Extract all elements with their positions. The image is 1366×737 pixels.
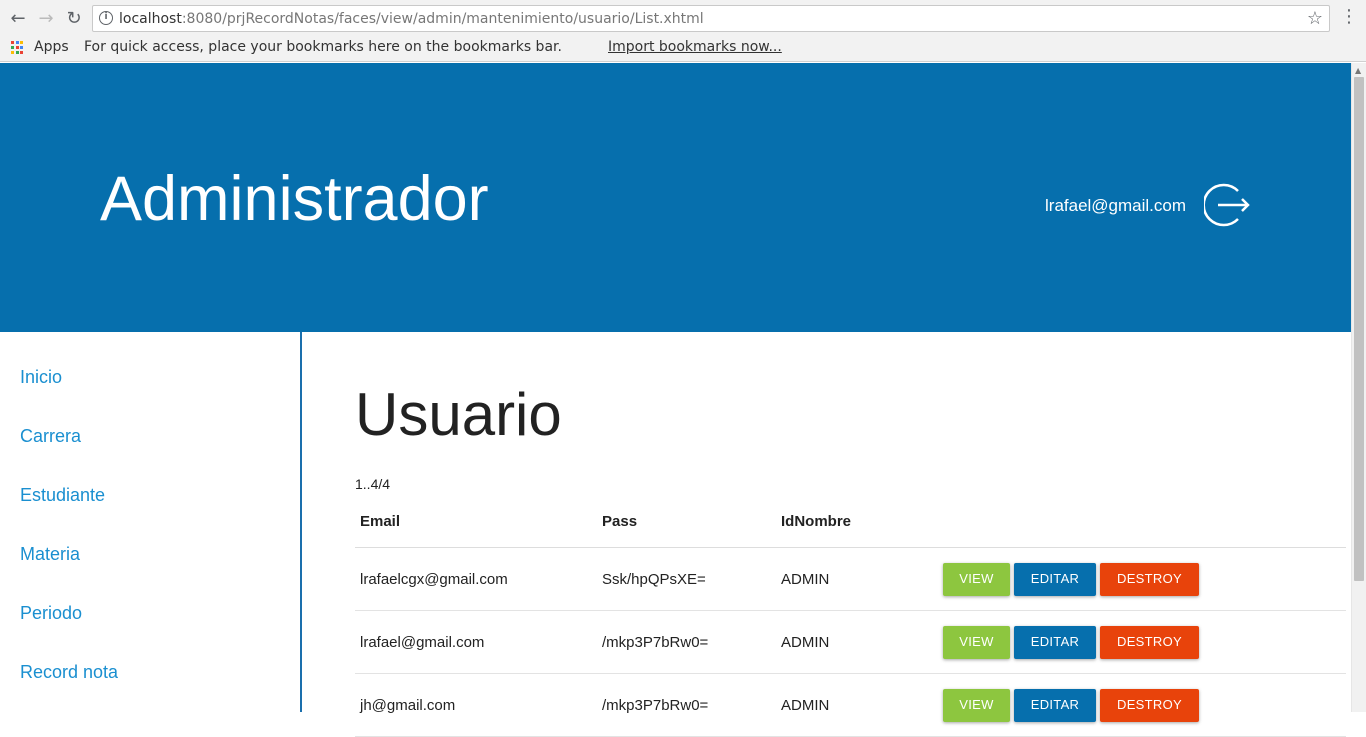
pagination-info: 1..4/4	[355, 476, 391, 492]
apps-label[interactable]: Apps	[34, 39, 69, 55]
destroy-button[interactable]: DESTROY	[1100, 563, 1199, 596]
sidebar-item-materia[interactable]: Materia	[20, 544, 80, 565]
back-arrow-icon[interactable]: ←	[6, 6, 30, 30]
header-title: Administrador	[100, 164, 489, 234]
cell-pass: Ssk/hpQPsXE=	[602, 571, 706, 588]
sidebar-item-carrera[interactable]: Carrera	[20, 426, 81, 447]
column-header-email: Email	[360, 513, 401, 530]
destroy-button[interactable]: DESTROY	[1100, 626, 1199, 659]
sidebar-item-estudiante[interactable]: Estudiante	[20, 485, 105, 506]
sidebar: Inicio Carrera Estudiante Materia Period…	[0, 332, 302, 712]
sidebar-item-record-nota[interactable]: Record nota	[20, 662, 118, 683]
page-scrollbar[interactable]: ▲	[1351, 63, 1366, 712]
address-bar[interactable]: i localhost:8080/prjRecordNotas/faces/vi…	[92, 5, 1330, 32]
cell-email: jh@gmail.com	[360, 697, 456, 714]
apps-grid-icon[interactable]	[11, 41, 25, 55]
edit-button[interactable]: EDITAR	[1014, 689, 1096, 722]
edit-button[interactable]: EDITAR	[1014, 563, 1096, 596]
table-header: Email Pass IdNombre	[355, 513, 1346, 548]
import-bookmarks-link[interactable]: Import bookmarks now...	[608, 39, 782, 55]
cell-email: lrafael@gmail.com	[360, 634, 485, 651]
destroy-button[interactable]: DESTROY	[1100, 689, 1199, 722]
cell-pass: /mkp3P7bRw0=	[602, 697, 709, 714]
bookmarks-bar: Apps For quick access, place your bookma…	[0, 37, 1366, 62]
bookmarks-hint: For quick access, place your bookmarks h…	[84, 39, 562, 55]
browser-toolbar: ← → ↻ i localhost:8080/prjRecordNotas/fa…	[0, 0, 1366, 37]
sidebar-item-inicio[interactable]: Inicio	[20, 367, 62, 388]
table-row: lrafael@gmail.com /mkp3P7bRw0= ADMIN VIE…	[355, 611, 1346, 674]
logout-icon[interactable]	[1204, 182, 1252, 228]
cell-idnombre: ADMIN	[781, 634, 830, 651]
page-header: Administrador lrafael@gmail.com	[0, 63, 1351, 332]
scroll-up-arrow-icon[interactable]: ▲	[1355, 66, 1361, 75]
user-email: lrafael@gmail.com	[1045, 196, 1187, 215]
sidebar-item-periodo[interactable]: Periodo	[20, 603, 82, 624]
cell-idnombre: ADMIN	[781, 571, 830, 588]
table-row: lrafaelcgx@gmail.com Ssk/hpQPsXE= ADMIN …	[355, 548, 1346, 611]
cell-pass: /mkp3P7bRw0=	[602, 634, 709, 651]
page-title: Usuario	[355, 381, 562, 448]
view-button[interactable]: VIEW	[943, 689, 1010, 722]
bookmark-star-icon[interactable]: ☆	[1307, 8, 1323, 29]
browser-menu-icon[interactable]: ⋮	[1340, 6, 1358, 30]
cell-email: lrafaelcgx@gmail.com	[360, 571, 508, 588]
edit-button[interactable]: EDITAR	[1014, 626, 1096, 659]
view-button[interactable]: VIEW	[943, 626, 1010, 659]
reload-icon[interactable]: ↻	[62, 6, 86, 30]
info-icon[interactable]: i	[99, 11, 113, 25]
cell-idnombre: ADMIN	[781, 697, 830, 714]
url-text: localhost:8080/prjRecordNotas/faces/view…	[119, 11, 704, 27]
scrollbar-thumb[interactable]	[1354, 77, 1364, 581]
column-header-idnombre: IdNombre	[781, 513, 852, 530]
forward-arrow-icon[interactable]: →	[34, 6, 58, 30]
view-button[interactable]: VIEW	[943, 563, 1010, 596]
table-row: jh@gmail.com /mkp3P7bRw0= ADMIN VIEW EDI…	[355, 674, 1346, 737]
column-header-pass: Pass	[602, 513, 638, 530]
